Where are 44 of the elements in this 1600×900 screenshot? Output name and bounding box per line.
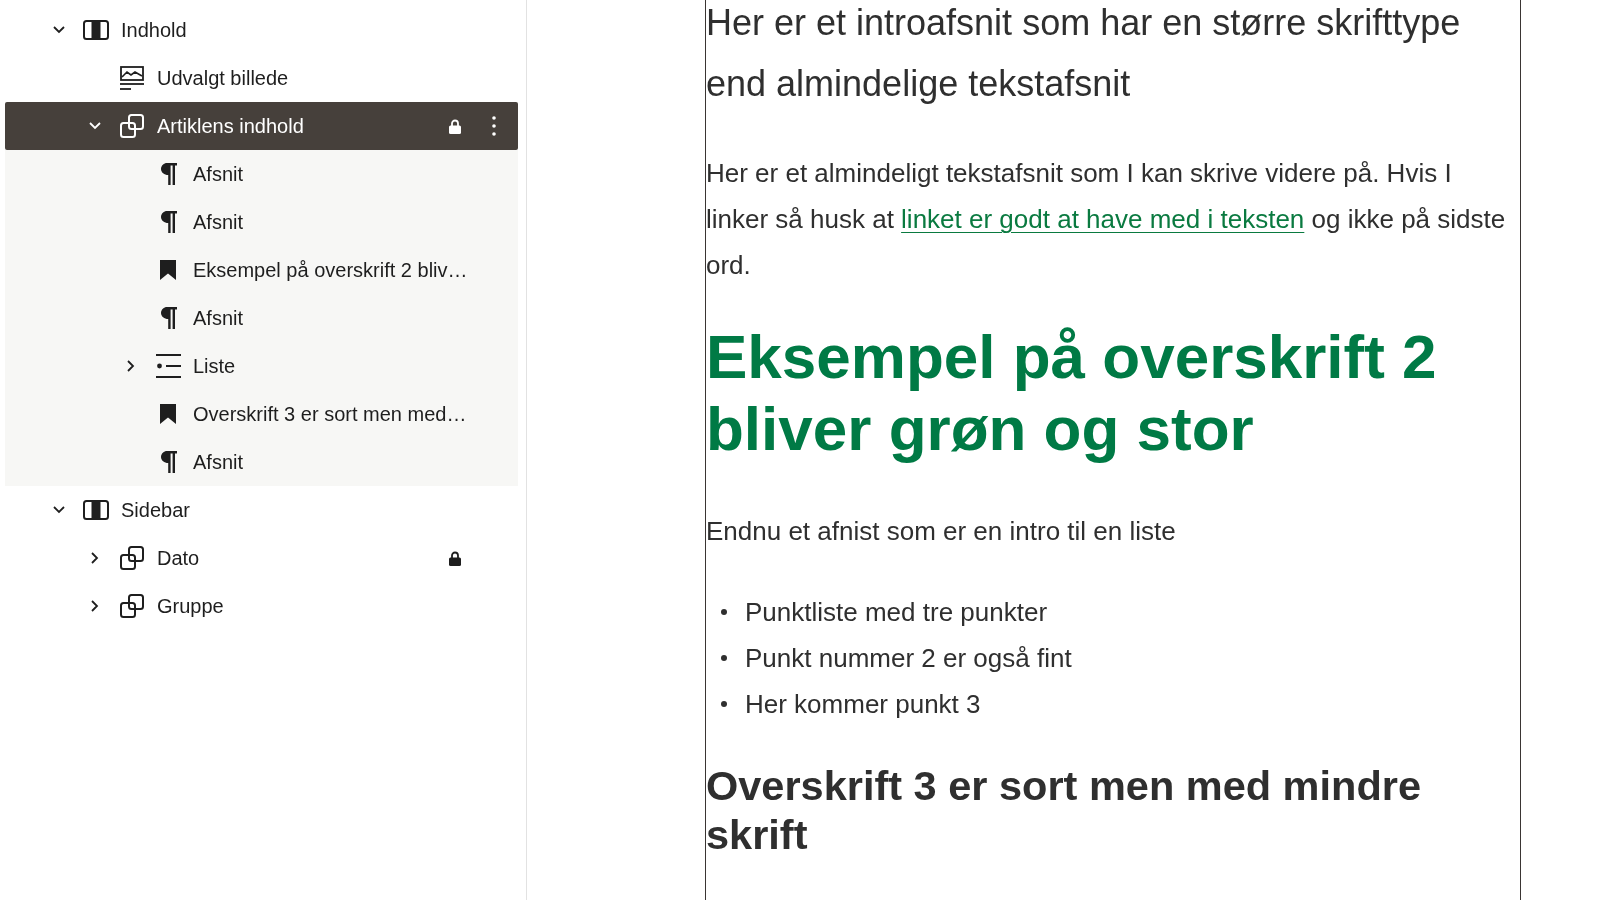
list-view-item[interactable]: Liste [5,342,518,390]
list-view-item[interactable]: Afsnit [5,150,518,198]
list-icon [155,354,181,378]
overlapping-squares-icon [120,114,144,138]
list-view-item[interactable]: Overskrift 3 er sort men med… [5,390,518,438]
paragraph-text: Endnu et afnist som er en intro til en liste [706,515,1177,548]
overlapping-squares-icon [120,594,144,618]
image-lines-icon [119,66,145,90]
chevron-down-icon[interactable] [53,26,65,34]
pilcrow-icon [159,306,177,330]
columns-icon [83,500,109,520]
overlapping-squares-icon [120,546,144,570]
text-link[interactable]: linket er godt at have med i teksten [901,204,1305,234]
pilcrow-icon [159,210,177,234]
list-view-item[interactable]: Gruppe [5,582,518,630]
list-item-text: Punkt nummer 2 er også fint [745,642,1072,675]
heading-three: Overskrift 3 er sort men med mindre skrift [706,761,1422,859]
chevron-down-icon[interactable] [53,506,65,514]
pilcrow-icon [159,162,177,186]
heading-two: Eksempel på overskrift 2 bliver grøn og stor [706,321,1438,465]
list-view-item[interactable]: Udvalgt billede [5,54,518,102]
list-view-item[interactable]: Artiklens indhold [5,102,518,150]
intro-paragraph: Her er et introafsnit som har en større skrifttype end almindelige tekstafsnit [706,1,1462,106]
list-view-item[interactable]: Afsnit [5,438,518,486]
bookmark-icon [160,260,176,280]
chevron-right-icon[interactable] [127,360,135,372]
paragraph-text: Her er et almindeligt tekstafsnit som I kan skrive videre på. Hvis I linker så husk at linket er godt at have med i teksten og ikke på sidste ord. [706,157,1507,282]
list-view-item[interactable]: Indhold [5,6,518,54]
bullet-icon [721,655,727,661]
pilcrow-icon [159,450,177,474]
bullet-icon [721,701,727,707]
list-view-item[interactable]: Afsnit [5,198,518,246]
list-view-item[interactable]: Eksempel på overskrift 2 bliv… [5,246,518,294]
list-view-item[interactable]: Sidebar [5,486,518,534]
bookmark-icon [160,404,176,424]
chevron-right-icon[interactable] [91,600,99,612]
list-view-item[interactable]: Afsnit [5,294,518,342]
more-vertical-icon[interactable] [492,116,496,136]
list-item-text: Her kommer punkt 3 [745,688,981,721]
bullet-icon [721,609,727,615]
columns-icon [83,20,109,40]
list-item-text: Punktliste med tre punkter [745,596,1048,629]
chevron-right-icon[interactable] [91,552,99,564]
list-view-item[interactable]: Dato [5,534,518,582]
